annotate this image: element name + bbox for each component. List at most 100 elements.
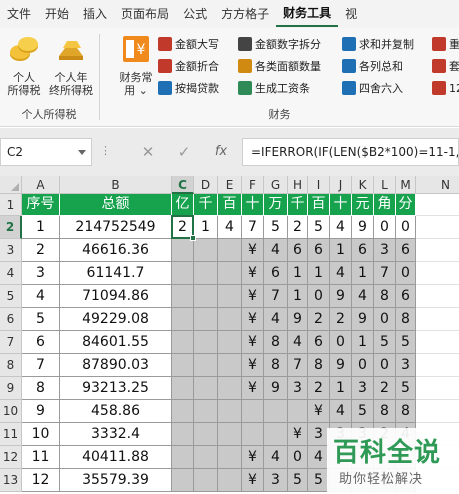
digit-cell[interactable]: 8 xyxy=(264,354,288,377)
digit-cell[interactable]: 9 xyxy=(264,377,288,400)
index-cell[interactable]: 12 xyxy=(22,469,60,492)
digit-cell[interactable] xyxy=(194,354,218,377)
digit-cell[interactable]: ¥ xyxy=(242,239,264,262)
digit-cell[interactable] xyxy=(194,377,218,400)
index-cell[interactable]: 11 xyxy=(22,446,60,469)
digit-cell[interactable] xyxy=(194,331,218,354)
total-cell[interactable]: 35579.39 xyxy=(60,469,172,492)
digit-cell[interactable] xyxy=(172,446,194,469)
formula-input[interactable]: =IFERROR(IF(LEN($B2*100)=11-1,' xyxy=(242,138,459,166)
digit-cell[interactable]: ¥ xyxy=(242,377,264,400)
digit-cell[interactable] xyxy=(172,239,194,262)
finance-button-6[interactable]: 各列总和 xyxy=(342,56,403,76)
digit-cell[interactable] xyxy=(218,262,242,285)
header-cell[interactable]: 亿 xyxy=(172,194,194,216)
digit-cell[interactable]: 2 xyxy=(330,308,352,331)
empty-cell[interactable] xyxy=(416,308,459,331)
digit-cell[interactable] xyxy=(194,446,218,469)
digit-cell[interactable] xyxy=(194,239,218,262)
total-cell[interactable]: 93213.25 xyxy=(60,377,172,400)
chevron-down-icon[interactable] xyxy=(78,150,86,155)
empty-cell[interactable] xyxy=(416,194,459,216)
digit-cell[interactable]: 0 xyxy=(396,262,416,285)
digit-cell[interactable]: 0 xyxy=(374,308,396,331)
finance-button-9[interactable]: 生成工资条 xyxy=(238,78,310,98)
digit-cell[interactable] xyxy=(218,423,242,446)
header-cell[interactable]: 十 xyxy=(242,194,264,216)
digit-cell[interactable]: 7 xyxy=(242,216,264,239)
personal-tax-button[interactable]: 个人 所得税 xyxy=(4,34,44,97)
digit-cell[interactable]: 4 xyxy=(288,331,308,354)
digit-cell[interactable]: ¥ xyxy=(288,423,308,446)
total-cell[interactable]: 458.86 xyxy=(60,400,172,423)
finance-button-0[interactable]: 金额大写 xyxy=(158,34,219,54)
column-header-b[interactable]: B xyxy=(60,176,172,194)
digit-cell[interactable]: 5 xyxy=(264,216,288,239)
column-header-k[interactable]: K xyxy=(352,176,374,194)
digit-cell[interactable] xyxy=(172,354,194,377)
digit-cell[interactable]: 1 xyxy=(352,262,374,285)
digit-cell[interactable]: 8 xyxy=(374,400,396,423)
index-cell[interactable]: 2 xyxy=(22,239,60,262)
digit-cell[interactable]: 6 xyxy=(396,285,416,308)
digit-cell[interactable]: ¥ xyxy=(242,262,264,285)
menu-tab-6[interactable]: 财务工具 xyxy=(276,1,339,27)
digit-cell[interactable]: 0 xyxy=(374,354,396,377)
column-header-l[interactable]: L xyxy=(374,176,396,194)
cancel-button[interactable]: ✕ xyxy=(136,140,160,164)
total-cell[interactable]: 84601.55 xyxy=(60,331,172,354)
digit-cell[interactable]: ¥ xyxy=(242,285,264,308)
drag-dots-icon[interactable]: ⋮ xyxy=(100,144,112,157)
empty-cell[interactable] xyxy=(416,285,459,308)
empty-cell[interactable] xyxy=(416,262,459,285)
digit-cell[interactable]: 0 xyxy=(308,285,330,308)
header-cell[interactable]: 总额 xyxy=(60,194,172,216)
digit-cell[interactable]: 4 xyxy=(330,216,352,239)
digit-cell[interactable]: 9 xyxy=(330,285,352,308)
digit-cell[interactable]: 5 xyxy=(288,469,308,492)
column-header-n[interactable]: N xyxy=(416,176,459,194)
index-cell[interactable]: 8 xyxy=(22,377,60,400)
header-cell[interactable]: 十 xyxy=(330,194,352,216)
row-header-9[interactable]: 9 xyxy=(0,377,22,400)
index-cell[interactable]: 4 xyxy=(22,285,60,308)
index-cell[interactable]: 3 xyxy=(22,262,60,285)
total-cell[interactable]: 61141.7 xyxy=(60,262,172,285)
column-header-e[interactable]: E xyxy=(218,176,242,194)
digit-cell[interactable] xyxy=(218,354,242,377)
digit-cell[interactable]: 5 xyxy=(374,331,396,354)
digit-cell[interactable]: ¥ xyxy=(242,354,264,377)
digit-cell[interactable]: 5 xyxy=(352,400,374,423)
digit-cell[interactable] xyxy=(172,400,194,423)
digit-cell[interactable]: 3 xyxy=(374,239,396,262)
digit-cell[interactable]: 6 xyxy=(308,331,330,354)
finance-button-7[interactable]: 套 xyxy=(432,56,459,76)
digit-cell[interactable] xyxy=(172,423,194,446)
digit-cell[interactable]: 4 xyxy=(264,239,288,262)
digit-cell[interactable]: 1 xyxy=(352,331,374,354)
select-all-button[interactable] xyxy=(0,176,22,194)
digit-cell[interactable]: 4 xyxy=(264,446,288,469)
digit-cell[interactable]: 7 xyxy=(288,354,308,377)
enter-button[interactable]: ✓ xyxy=(172,140,196,164)
digit-cell[interactable] xyxy=(218,285,242,308)
digit-cell[interactable]: 9 xyxy=(330,354,352,377)
total-cell[interactable]: 71094.86 xyxy=(60,285,172,308)
digit-cell[interactable]: 1 xyxy=(288,285,308,308)
menu-tab-3[interactable]: 页面布局 xyxy=(114,0,176,28)
digit-cell[interactable]: 0 xyxy=(288,446,308,469)
digit-cell[interactable] xyxy=(218,400,242,423)
digit-cell[interactable]: 0 xyxy=(352,354,374,377)
digit-cell[interactable]: 1 xyxy=(330,239,352,262)
empty-cell[interactable] xyxy=(416,400,459,423)
digit-cell[interactable] xyxy=(172,262,194,285)
header-cell[interactable]: 分 xyxy=(396,194,416,216)
column-header-d[interactable]: D xyxy=(194,176,218,194)
empty-cell[interactable] xyxy=(416,216,459,239)
digit-cell[interactable]: 6 xyxy=(352,239,374,262)
digit-cell[interactable]: 6 xyxy=(264,262,288,285)
digit-cell[interactable]: 4 xyxy=(330,262,352,285)
digit-cell[interactable]: 4 xyxy=(352,285,374,308)
column-header-g[interactable]: G xyxy=(264,176,288,194)
index-cell[interactable]: 7 xyxy=(22,354,60,377)
